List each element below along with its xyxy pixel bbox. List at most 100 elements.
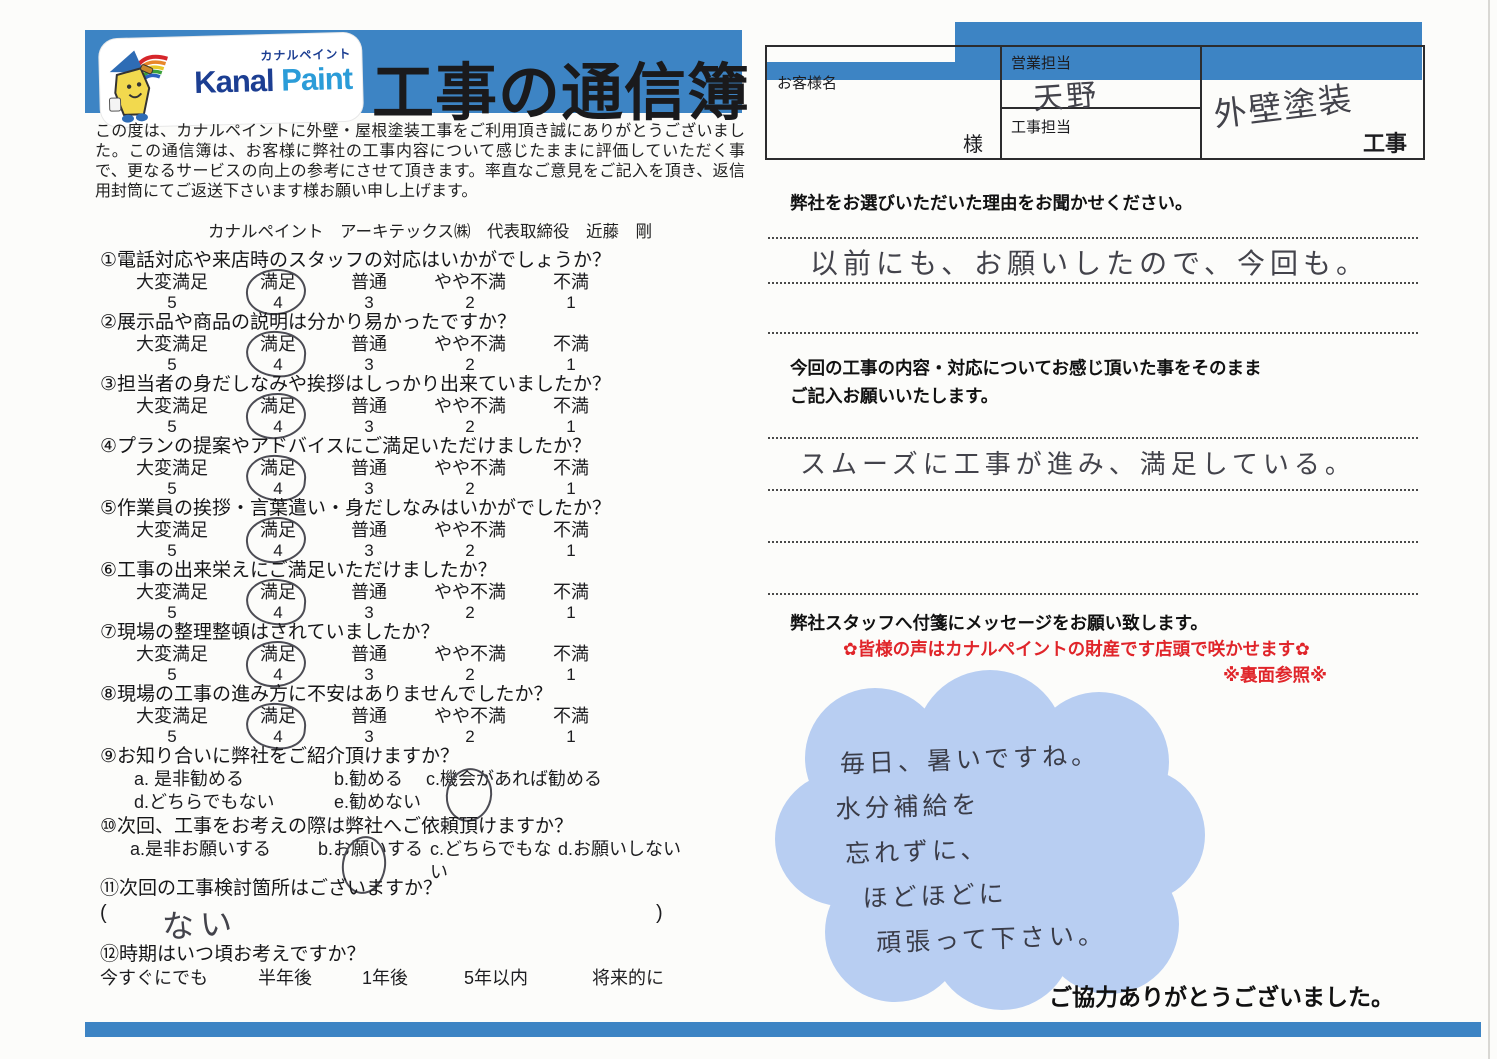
question-9-referral: ⑨お知り合いに弊社をご紹介頂けますか？ a. 是非勧めるb.勧めるc.機会があれ… [100,746,750,816]
scale-label: 普通 [324,458,414,479]
question-text: 現場の工事の進み方に不安はありませんでしたか？ [117,684,552,705]
reason-section-title: 弊社をお選びいただいた理由をお聞かせください。 [790,190,1193,215]
scale-value: 3 [324,355,414,374]
scale-label: やや不満 [414,582,526,603]
scale-value: 5 [112,355,232,374]
question-12-timing: ⑫時期はいつ頃お考えですか？ 今すぐにでも半年後1年後5年以内将来的に [100,944,750,1004]
logo-en-name: Kanal Paint [194,62,353,100]
scale-value: 5 [112,665,232,684]
scale-value: 2 [414,541,526,560]
scale-label: やや不満 [414,334,526,355]
sticky-line: 頑張って下さい。 [875,913,1107,966]
answer-line [768,437,1418,439]
scale-value: 5 [112,479,232,498]
scale-label: 不満 [526,582,616,603]
scale-label: やや不満 [414,644,526,665]
question-number: ⑧ [100,684,117,705]
scale-label: 不満 [526,396,616,417]
scale-label: 不満 [526,272,616,293]
scale-value: 5 [112,541,232,560]
red-back-reference: ※裏面参照※ [1223,662,1327,687]
scale-label: 普通 [324,520,414,541]
option-future: 将来的に [592,966,664,990]
scale-value: 2 [414,665,526,684]
scale-value: 3 [324,603,414,622]
handwritten-answer: ない [161,898,239,948]
scale-label: 大変満足 [112,334,232,355]
scale-value: 1 [526,479,616,498]
question-text: 工事の出来栄えにご満足いただけましたか？ [117,560,497,581]
question-text: 担当者の身だしなみや挨拶はしっかり出来ていましたか？ [117,374,611,395]
question-11-next-work: ⑪次回の工事検討箇所はございますか？ ( ない ) [100,878,750,944]
impression-handwritten-answer: スムーズに工事が進み、満足している。 [800,444,1356,481]
question-number: ③ [100,374,117,395]
company-signature: カナルペイント アーキテックス㈱ 代表取締役 近藤 剛 [120,218,740,242]
scale-value: 5 [112,293,232,312]
question-text: お知り合いに弊社をご紹介頂けますか？ [117,746,459,767]
option-a: a. 是非勧める [134,768,334,791]
question-number: ⑨ [100,746,117,767]
intro-paragraph: この度は、カナルペイントに外壁・屋根塗装工事をご利用頂き誠にありがとうございまし… [95,122,745,202]
rating-question-2: ②展示品や商品の説明は分かり易かったですか？ 大変満足満足普通やや不満不満 54… [100,312,750,374]
option-b: b.勧める [334,768,426,791]
scale-label: 大変満足 [112,520,232,541]
sticky-note-flower: 毎日、暑いですね。 水分補給を 忘れずに、 ほどほどに 頑張って下さい。 [773,676,1205,1010]
scale-value: 3 [324,665,414,684]
question-text: 次回の工事検討箇所はございますか？ [119,878,442,899]
question-number: ⑪ [100,878,119,899]
question-number: ⑤ [100,498,117,519]
scale-label: やや不満 [414,458,526,479]
question-number: ④ [100,436,117,457]
scale-value: 3 [324,293,414,312]
scale-label: 不満 [526,458,616,479]
rating-question-1: ①電話対応や来店時のスタッフの対応はいかがでしょうか？ 大変満足満足普通やや不満… [100,250,750,312]
scale-value: 3 [324,727,414,746]
scale-value: 2 [414,603,526,622]
scale-value: 1 [526,417,616,436]
scale-value: 3 [324,479,414,498]
rating-question-4: ④プランの提案やアドバイスにご満足いただけましたか？ 大変満足満足普通やや不満不… [100,436,750,498]
document-title: 工事の通信簿 [372,42,750,132]
scale-value: 2 [414,293,526,312]
option-one-year: 1年後 [362,966,464,990]
scale-label: 普通 [324,272,414,293]
question-number: ① [100,250,117,271]
answer-line [768,237,1418,239]
scale-label: 大変満足 [112,272,232,293]
scale-label: 普通 [324,706,414,727]
question-text: 次回、工事をお考えの際は弊社へご依頼頂けますか？ [117,816,573,837]
rating-question-8: ⑧現場の工事の進み方に不安はありませんでしたか？ 大変満足満足普通やや不満不満 … [100,684,750,746]
scale-value: 1 [526,603,616,622]
option-e: e.勧めない [334,791,421,814]
answer-paren-close: ) [656,902,663,925]
scale-value: 1 [526,355,616,374]
right-column: お客様名 様 営業担当 天野 工事担当 外壁塗装 工事 弊社をお選びいただいた理… [765,0,1445,1059]
rating-question-7: ⑦現場の整理整頓はされていましたか？ 大変満足満足普通やや不満不満 54321 [100,622,750,684]
answer-line [768,282,1418,284]
answer-line [768,489,1418,491]
scale-label: 大変満足 [112,644,232,665]
option-now: 今すぐにでも [100,966,258,990]
question-text: 展示品や商品の説明は分かり易かったですか？ [117,312,516,333]
impression-section-title-line1: 今回の工事の内容・対応についてお感じ頂いた事をそのまま [790,355,1261,380]
scan-edge-artifact [1488,0,1490,1059]
scale-label: 普通 [324,644,414,665]
project-type-suffix: 工事 [1363,126,1407,158]
sticky-handwritten-message: 毎日、暑いですね。 水分補給を 忘れずに、 ほどほどに 頑張って下さい。 [839,734,1107,968]
scale-value: 2 [414,727,526,746]
scale-value: 1 [526,541,616,560]
scale-label: 大変満足 [112,458,232,479]
scale-label: 不満 [526,706,616,727]
scale-label: やや不満 [414,706,526,727]
question-number: ⑫ [100,944,119,965]
answer-paren-open: ( [100,902,107,925]
scale-value: 2 [414,355,526,374]
kanal-paint-logo: カナルペイント Kanal Paint [99,33,363,128]
scale-label: 普通 [324,582,414,603]
table-divider [1000,45,1002,160]
question-text: 作業員の挨拶・言葉遣い・身だしなみはいかがでしたか？ [117,498,611,519]
message-section-title: 弊社スタッフへ付箋にメッセージをお願い致します。 [790,610,1208,635]
question-text: プランの提案やアドバイスにご満足いただけましたか？ [117,436,591,457]
scale-label: やや不満 [414,272,526,293]
option-d: d.どちらでもない [134,791,334,814]
